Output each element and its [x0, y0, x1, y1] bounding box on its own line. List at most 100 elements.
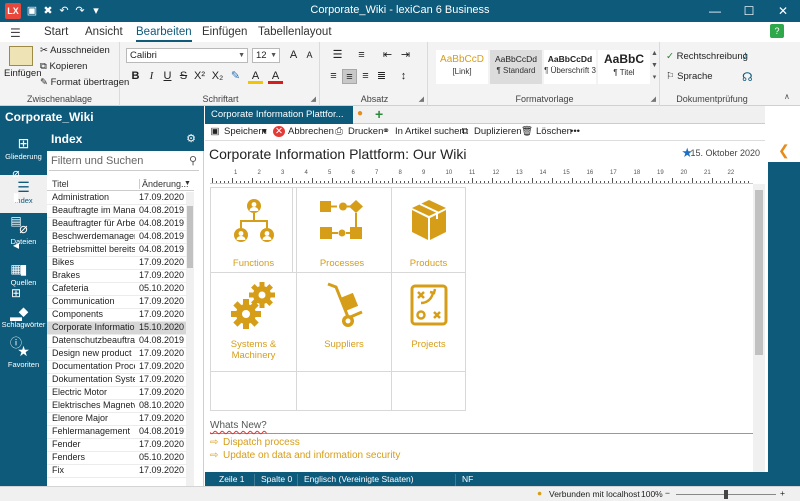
table-row[interactable]: Documentation Proces... 17.09.2020: [47, 361, 186, 374]
bold-button[interactable]: B: [128, 69, 143, 84]
zoom-out-button[interactable]: −: [665, 488, 670, 498]
save-options-chevron-icon[interactable]: ▾: [262, 126, 267, 137]
table-row[interactable]: Fehlermanagement 04.08.2019: [47, 426, 186, 439]
table-row[interactable]: Fix 17.09.2020: [47, 465, 186, 478]
table-row[interactable]: Design new product 17.09.2020: [47, 348, 186, 361]
zoom-slider-thumb[interactable]: [724, 490, 728, 499]
font-color-button[interactable]: A: [268, 69, 283, 84]
italic-button[interactable]: I: [144, 69, 159, 84]
tts-icon[interactable]: ♪: [742, 48, 748, 62]
align-center-icon[interactable]: ≡: [342, 69, 357, 84]
more-button[interactable]: •••: [570, 126, 580, 137]
decrease-indent-icon[interactable]: ⇤: [380, 48, 395, 63]
tile-suppliers[interactable]: Suppliers: [296, 272, 392, 372]
tag-icon[interactable]: ◂: [0, 238, 32, 258]
grow-font-icon[interactable]: A: [286, 48, 301, 63]
duplicate-button[interactable]: ⧉ Duplizieren: [459, 126, 522, 137]
style-link[interactable]: AaBbCcD [Link]: [436, 50, 488, 84]
table-row[interactable]: Beauftragter für Arbeits... 04.08.2019: [47, 218, 186, 231]
info-icon[interactable]: ⓘ: [0, 334, 32, 354]
format-painter-button[interactable]: ✎ Format übertragen: [40, 77, 129, 88]
bullet-list-icon[interactable]: ☰: [330, 48, 345, 63]
minimize-button[interactable]: —: [698, 0, 732, 22]
table-row[interactable]: Elenore Major 17.09.2020: [47, 413, 186, 426]
table-row[interactable]: Datenschutzbeauftragter 04.08.2019: [47, 335, 186, 348]
table-row[interactable]: Beauftragte im Manag... 04.08.2019: [47, 205, 186, 218]
underline-button[interactable]: U: [160, 69, 175, 84]
tab-tabellenlayout[interactable]: Tabellenlayout: [258, 26, 332, 38]
style-heading-3[interactable]: AaBbCcDd ¶ Überschrift 3: [544, 50, 596, 84]
tab-corporate-information[interactable]: Corporate Information Plattfor...: [205, 106, 353, 124]
line-spacing-icon[interactable]: ↕: [396, 69, 411, 84]
attachment-icon[interactable]: ⌀: [0, 166, 32, 186]
style-title[interactable]: AaBbC ¶ Titel: [598, 50, 650, 84]
collapse-ribbon-icon[interactable]: ∧: [784, 92, 790, 101]
font-family-select[interactable]: Calibri ▼: [126, 48, 248, 63]
tile-processes[interactable]: Processes: [292, 187, 392, 273]
tile-products[interactable]: Products: [392, 187, 466, 273]
document-scrollbar[interactable]: [753, 184, 765, 472]
document-scroll-thumb[interactable]: [755, 190, 763, 355]
file-menu-icon[interactable]: ☰: [10, 26, 21, 40]
document-icon[interactable]: ▤: [0, 214, 32, 234]
tile-functions[interactable]: Functions: [210, 187, 297, 273]
styles-dialog-launcher-icon[interactable]: ◢: [651, 95, 656, 103]
table-row[interactable]: Betriebsmittel bereitste... 04.08.2019: [47, 244, 186, 257]
tile-systems-machinery[interactable]: Systems & Machinery: [210, 272, 297, 372]
index-scrollbar[interactable]: [186, 192, 194, 487]
align-left-icon[interactable]: ≡: [326, 69, 341, 84]
highlight-color-button[interactable]: A: [248, 69, 263, 84]
table-row[interactable]: Fender 17.09.2020: [47, 439, 186, 452]
index-search-input[interactable]: Filtern und Suchen ⚲: [49, 153, 199, 171]
zoom-in-button[interactable]: +: [780, 488, 785, 498]
index-scroll-thumb[interactable]: [187, 206, 193, 268]
paste-icon[interactable]: [9, 46, 33, 66]
print-button[interactable]: ⎙ Drucken: [333, 126, 383, 137]
tab-einfuegen[interactable]: Einfügen: [202, 26, 247, 38]
book-icon[interactable]: ▮: [0, 190, 32, 210]
justify-icon[interactable]: ≣: [374, 69, 389, 84]
superscript-button[interactable]: X²: [192, 69, 207, 84]
tab-bearbeiten[interactable]: Bearbeiten: [136, 26, 192, 42]
delete-button[interactable]: 🗑 Löschen: [521, 126, 572, 137]
table-row[interactable]: Cafeteria 05.10.2020: [47, 283, 186, 296]
collapse-right-panel[interactable]: ❮: [768, 140, 800, 162]
style-standard[interactable]: AaBbCcDd ¶ Standard: [490, 50, 542, 84]
maximize-button[interactable]: ☐: [732, 0, 766, 22]
table-row[interactable]: Elektrisches Magnetve... 08.10.2020: [47, 400, 186, 413]
subscript-button[interactable]: X₂: [210, 69, 225, 84]
numbered-list-icon[interactable]: ≡: [354, 48, 369, 63]
strikethrough-button[interactable]: S: [176, 69, 191, 84]
shrink-font-icon[interactable]: A: [302, 48, 317, 63]
column-title[interactable]: Titel: [52, 179, 69, 189]
status-language[interactable]: Englisch (Vereinigte Staaten): [297, 474, 414, 486]
increase-indent-icon[interactable]: ⇥: [398, 48, 413, 63]
table-row[interactable]: Administration 17.09.2020: [47, 192, 186, 205]
table-row[interactable]: Corporate Information... 15.10.2020: [47, 322, 186, 335]
sort-chevron-icon[interactable]: ▼: [184, 180, 191, 187]
news-item[interactable]: ⇨ Dispatch process: [210, 437, 300, 448]
headset-icon[interactable]: ☊: [742, 70, 753, 84]
tile-projects[interactable]: Projects: [392, 272, 466, 372]
table-row[interactable]: Electric Motor 17.09.2020: [47, 387, 186, 400]
font-size-select[interactable]: 12 ▼: [252, 48, 280, 63]
cancel-button[interactable]: ✕ Abbrechen: [273, 126, 334, 137]
comment-icon[interactable]: ▬: [0, 310, 32, 330]
table-row[interactable]: Beschwerdemanageme... 04.08.2019: [47, 231, 186, 244]
help-icon[interactable]: ?: [770, 24, 784, 38]
highlight-icon[interactable]: ✎: [228, 69, 243, 84]
paragraph-dialog-launcher-icon[interactable]: ◢: [419, 95, 424, 103]
news-item[interactable]: ⇨ Update on data and information security: [210, 450, 400, 461]
table-row[interactable]: Fenders 05.10.2020: [47, 452, 186, 465]
table-row[interactable]: Bikes 17.09.2020: [47, 257, 186, 270]
column-changed[interactable]: Änderung...: [139, 179, 189, 189]
grid-icon[interactable]: ⊞: [0, 286, 32, 306]
table-row[interactable]: Components 17.09.2020: [47, 309, 186, 322]
paste-button[interactable]: Einfügen: [4, 68, 42, 79]
close-button[interactable]: ✕: [766, 0, 800, 22]
table-icon[interactable]: ▦: [0, 262, 32, 282]
tab-ansicht[interactable]: Ansicht: [85, 26, 123, 38]
copy-button[interactable]: ⧉ Kopieren: [40, 61, 87, 72]
table-row[interactable]: Communication 17.09.2020: [47, 296, 186, 309]
font-dialog-launcher-icon[interactable]: ◢: [311, 95, 316, 103]
